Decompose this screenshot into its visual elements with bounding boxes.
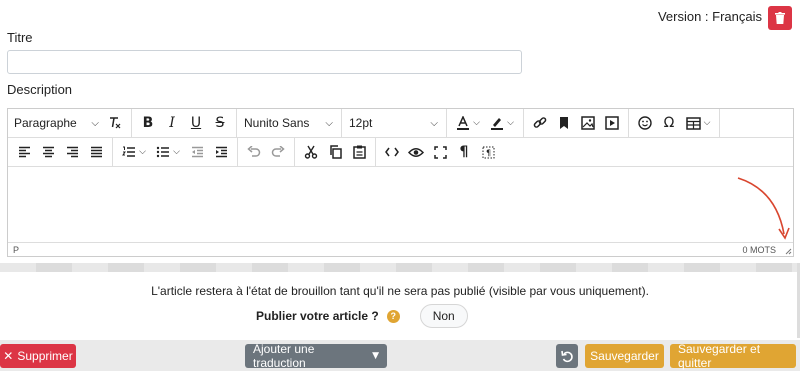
paste-icon[interactable] (347, 141, 371, 163)
font-size-value: 12pt (349, 116, 373, 130)
emoji-icon[interactable] (633, 112, 657, 134)
divider-band (0, 263, 800, 272)
publish-row: Publier votre article ? ? Non (256, 304, 468, 328)
revert-button[interactable] (556, 344, 578, 368)
table-icon[interactable]: ⌵ (681, 112, 715, 134)
text-style-group: B I U S (132, 109, 237, 137)
copy-icon[interactable] (323, 141, 347, 163)
italic-icon[interactable]: I (160, 112, 184, 134)
fullscreen-icon[interactable] (428, 141, 452, 163)
history-group (238, 138, 295, 166)
chevron-down-icon: ⌵ (430, 117, 438, 129)
resize-handle-icon[interactable] (784, 247, 792, 255)
clear-format-icon[interactable] (103, 112, 127, 134)
strikethrough-icon[interactable]: S (208, 112, 232, 134)
align-right-icon[interactable] (60, 141, 84, 163)
font-family-select[interactable]: Nunito Sans ⌵ (241, 112, 337, 134)
caret-down-icon: ▼ (372, 351, 379, 361)
text-color-icon[interactable]: ⌵ (451, 112, 485, 134)
special-char-icon[interactable]: Ω (657, 112, 681, 134)
align-left-icon[interactable] (12, 141, 36, 163)
font-size-group: 12pt ⌵ (342, 109, 447, 137)
word-count: 0 MOTS (742, 244, 776, 255)
svg-text:¶: ¶ (485, 148, 490, 157)
delete-label: Supprimer (17, 349, 73, 363)
close-icon: ✕ (3, 349, 14, 363)
bold-icon[interactable]: B (136, 112, 160, 134)
bullet-list-icon[interactable]: ⌵ (151, 141, 185, 163)
block-format-select[interactable]: Paragraphe ⌵ (11, 112, 103, 134)
bookmark-icon[interactable] (552, 112, 576, 134)
publish-toggle[interactable]: Non (419, 304, 468, 328)
block-format-value: Paragraphe (14, 116, 77, 130)
code-icon[interactable] (380, 141, 404, 163)
clipboard-group (295, 138, 376, 166)
insert-group (524, 109, 629, 137)
undo-icon[interactable] (242, 141, 266, 163)
indent-icon[interactable] (209, 141, 233, 163)
show-blocks-icon[interactable]: ¶ (476, 141, 500, 163)
font-family-group: Nunito Sans ⌵ (237, 109, 342, 137)
help-icon[interactable]: ? (386, 309, 400, 323)
highlight-icon[interactable]: ⌵ (485, 112, 519, 134)
title-input[interactable] (7, 50, 522, 74)
font-family-value: Nunito Sans (244, 116, 310, 130)
paragraph-marks-icon[interactable]: ¶ (452, 141, 476, 163)
editor-content-area[interactable] (8, 168, 793, 243)
list-group: ⌵ ⌵ (113, 138, 238, 166)
delete-version-button[interactable] (768, 6, 792, 30)
align-justify-icon[interactable] (84, 141, 108, 163)
align-group (8, 138, 113, 166)
element-path[interactable]: P (13, 245, 19, 255)
trash-icon (775, 12, 785, 24)
font-size-select[interactable]: 12pt ⌵ (346, 112, 442, 134)
image-icon[interactable] (576, 112, 600, 134)
delete-button[interactable]: ✕ Supprimer (0, 344, 76, 368)
special-group: Ω ⌵ (629, 109, 720, 137)
version-label: Version : Français (657, 8, 762, 24)
view-group: ¶ ¶ (376, 138, 504, 166)
preview-icon[interactable] (404, 141, 428, 163)
version-row: Version : Français (658, 6, 792, 30)
editor-toolbar-row-2: ⌵ ⌵ ¶ ¶ (8, 138, 793, 167)
rich-text-editor: Paragraphe ⌵ B I U S Nunito Sans ⌵ 12pt ⌵ ⌵ (7, 108, 794, 257)
format-group: Paragraphe ⌵ (8, 109, 132, 137)
redo-icon[interactable] (266, 141, 290, 163)
color-group: ⌵ ⌵ (447, 109, 524, 137)
add-translation-label: Ajouter une traduction (253, 342, 315, 370)
outdent-icon[interactable] (185, 141, 209, 163)
underline-icon[interactable]: U (184, 112, 208, 134)
draft-note: L'article restera à l'état de brouillon … (151, 284, 649, 298)
add-translation-button[interactable]: Ajouter une traduction ▼ (245, 342, 387, 370)
editor-toolbar-row-1: Paragraphe ⌵ B I U S Nunito Sans ⌵ 12pt ⌵ ⌵ (8, 109, 793, 138)
numbered-list-icon[interactable]: ⌵ (117, 141, 151, 163)
publish-question: Publier votre article ? (256, 309, 379, 323)
save-button[interactable]: Sauvegarder (585, 344, 664, 368)
align-center-icon[interactable] (36, 141, 60, 163)
link-icon[interactable] (528, 112, 552, 134)
description-label: Description (7, 82, 73, 97)
chevron-down-icon: ⌵ (325, 117, 333, 129)
resize-hint-arrow-icon (737, 177, 790, 240)
save-and-quit-button[interactable]: Sauvegarder et quitter (670, 342, 796, 370)
title-label: Titre (7, 30, 33, 45)
chevron-down-icon: ⌵ (91, 117, 99, 129)
undo-icon (560, 350, 573, 362)
cut-icon[interactable] (299, 141, 323, 163)
editor-statusbar: P 0 MOTS (8, 242, 793, 256)
media-icon[interactable] (600, 112, 624, 134)
